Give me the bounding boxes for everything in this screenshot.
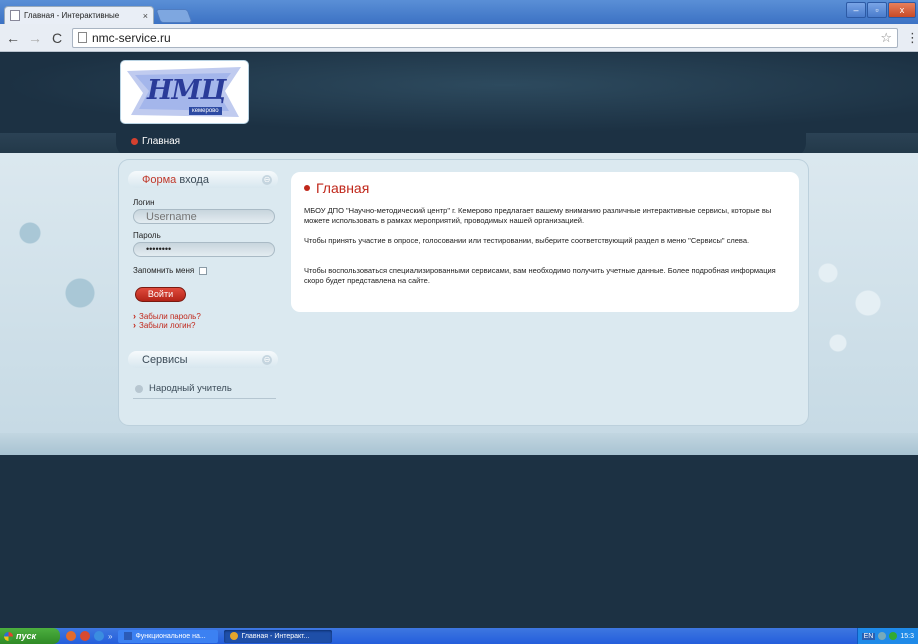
web-page: НМЦ кемерово Главная: [0, 53, 918, 628]
collapse-icon[interactable]: ⊖: [262, 174, 272, 185]
remember-me[interactable]: Запомнить меня: [133, 266, 208, 275]
minimize-button[interactable]: –: [846, 2, 866, 18]
collapse-icon[interactable]: ⊖: [262, 354, 272, 365]
logo-text: НМЦ: [147, 75, 226, 106]
services-module-title: Сервисы: [142, 353, 188, 366]
window-close-button[interactable]: x: [888, 2, 916, 18]
bullet-icon: [135, 384, 143, 393]
login-module-title: Форма входа: [142, 173, 209, 186]
address-bar[interactable]: nmc-service.ru ☆: [72, 27, 898, 48]
password-label: Пароль: [133, 231, 161, 240]
divider: [133, 398, 276, 399]
reload-button[interactable]: C: [50, 30, 64, 46]
nav-item-home[interactable]: Главная: [131, 136, 180, 147]
quick-launch: »: [66, 631, 112, 641]
browser-menu-button[interactable]: ⋮: [906, 30, 918, 46]
new-tab-button[interactable]: [155, 9, 193, 23]
taskbar-item-active[interactable]: Главная - Интеракт...: [224, 629, 333, 643]
window-controls: – ▫ x: [846, 2, 916, 18]
remember-checkbox[interactable]: [199, 266, 208, 275]
tab-title: Главная - Интерактивные: [24, 11, 120, 20]
antivirus-icon[interactable]: [889, 632, 898, 640]
opera-icon[interactable]: [80, 631, 90, 641]
windows-logo-icon: [4, 631, 13, 641]
word-icon: [124, 632, 133, 640]
clock[interactable]: 15:3: [900, 633, 914, 640]
back-button[interactable]: ←: [6, 30, 20, 46]
forward-button[interactable]: →: [28, 30, 42, 46]
os-taskbar: пуск » Функциональное на... Главная - Ин…: [0, 628, 918, 644]
login-label: Логин: [133, 198, 155, 207]
chevron-right-icon: ›: [133, 320, 136, 330]
article-title: Главная: [304, 180, 369, 196]
ie-icon[interactable]: [94, 631, 104, 641]
page-icon: [78, 32, 87, 43]
chrome-icon: [230, 632, 239, 640]
service-item[interactable]: Народный учитель: [135, 383, 232, 394]
bullet-icon: [131, 138, 138, 145]
start-button[interactable]: пуск: [0, 628, 60, 644]
forgot-login-text: Забыли логин?: [139, 320, 196, 330]
browser-tab[interactable]: Главная - Интерактивные ×: [4, 6, 154, 24]
remember-label: Запомнить меня: [133, 266, 195, 275]
url-text: nmc-service.ru: [92, 30, 171, 45]
services-module-header[interactable]: Сервисы ⊖: [128, 351, 278, 368]
browser-toolbar: ← → C nmc-service.ru ☆ ⋮: [0, 24, 918, 52]
logo-subtitle: кемерово: [189, 107, 222, 115]
service-item-label: Народный учитель: [149, 383, 232, 394]
password-input[interactable]: ••••••••: [133, 242, 275, 257]
network-icon[interactable]: [878, 632, 887, 640]
maximize-button[interactable]: ▫: [867, 2, 887, 18]
language-indicator[interactable]: EN: [861, 632, 876, 640]
browser-titlebar: Главная - Интерактивные × – ▫ x: [0, 0, 918, 24]
site-header: НМЦ кемерово: [0, 53, 918, 133]
site-logo[interactable]: НМЦ кемерово: [121, 61, 248, 123]
page-icon: [10, 10, 20, 21]
article-paragraph: МБОУ ДПО "Научно-методический центр" г. …: [304, 206, 772, 225]
system-tray: EN 15:3: [856, 628, 918, 644]
article-paragraph: Чтобы воспользоваться специализированным…: [304, 266, 776, 285]
login-button[interactable]: Войти: [135, 287, 186, 302]
chevron-double-right-icon[interactable]: »: [108, 632, 112, 641]
bullet-icon: [304, 185, 310, 191]
bottom-band: [0, 433, 918, 455]
taskbar-item[interactable]: Функциональное на...: [118, 629, 219, 643]
nav-item-label: Главная: [142, 136, 181, 147]
login-module-header[interactable]: Форма входа ⊖: [128, 171, 278, 188]
username-input[interactable]: [133, 209, 275, 224]
close-icon[interactable]: ×: [143, 11, 148, 21]
bookmark-star-icon[interactable]: ☆: [880, 30, 892, 46]
chrome-icon[interactable]: [66, 631, 76, 641]
article-paragraph: Чтобы принять участие в опросе, голосова…: [304, 236, 750, 245]
forgot-login-link[interactable]: › Забыли логин?: [133, 320, 195, 330]
